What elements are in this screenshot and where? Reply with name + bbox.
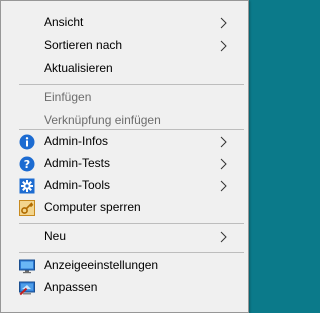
menu-item-label: Aktualisieren — [44, 61, 113, 75]
menu-item-admin-tools[interactable]: Admin-Tools — [1, 175, 248, 197]
chevron-right-icon — [217, 157, 231, 171]
menu-item-label: Neu — [44, 229, 67, 243]
menu-separator — [19, 84, 244, 85]
chevron-right-icon — [217, 179, 231, 193]
menu-item-admin-infos[interactable]: Admin-Infos — [1, 131, 248, 153]
key-lock-icon — [19, 200, 35, 216]
help-question-icon: ? — [19, 156, 35, 172]
menu-item-label: Anpassen — [44, 280, 98, 294]
menu-separator — [19, 252, 244, 253]
menu-item-anzeigeeinstellungen[interactable]: Anzeigeeinstellungen — [1, 255, 248, 277]
desktop-context-menu: Ansicht Sortieren nach Aktualisieren Ein… — [0, 0, 249, 313]
menu-item-ansicht[interactable]: Ansicht — [1, 12, 248, 34]
menu-item-label: Computer sperren — [44, 200, 141, 214]
menu-item-label: Sortieren nach — [44, 38, 123, 52]
menu-item-admin-tests[interactable]: ? Admin-Tests — [1, 153, 248, 175]
info-icon — [19, 134, 35, 150]
chevron-right-icon — [217, 16, 231, 30]
menu-item-label: Ansicht — [44, 15, 84, 29]
personalize-icon — [19, 280, 35, 296]
chevron-right-icon — [217, 230, 231, 244]
chevron-right-icon — [217, 39, 231, 53]
menu-item-label: Admin-Tools — [44, 178, 111, 192]
display-settings-icon — [19, 258, 35, 274]
menu-item-label: Verknüpfung einfügen — [44, 113, 161, 127]
menu-separator — [19, 223, 244, 224]
menu-item-label: Admin-Infos — [44, 134, 109, 148]
menu-item-anpassen[interactable]: Anpassen — [1, 277, 248, 299]
svg-text:?: ? — [24, 158, 30, 171]
menu-separator — [19, 129, 244, 130]
gear-icon — [19, 178, 35, 194]
menu-item-sortieren-nach[interactable]: Sortieren nach — [1, 35, 248, 57]
menu-item-label: Anzeigeeinstellungen — [44, 258, 159, 272]
menu-item-aktualisieren[interactable]: Aktualisieren — [1, 58, 248, 80]
menu-item-label: Admin-Tests — [44, 156, 111, 170]
menu-item-computer-sperren[interactable]: Computer sperren — [1, 197, 248, 219]
chevron-right-icon — [217, 135, 231, 149]
menu-item-einfuegen-disabled: Einfügen — [1, 87, 248, 109]
menu-item-neu[interactable]: Neu — [1, 226, 248, 248]
menu-item-label: Einfügen — [44, 90, 92, 104]
